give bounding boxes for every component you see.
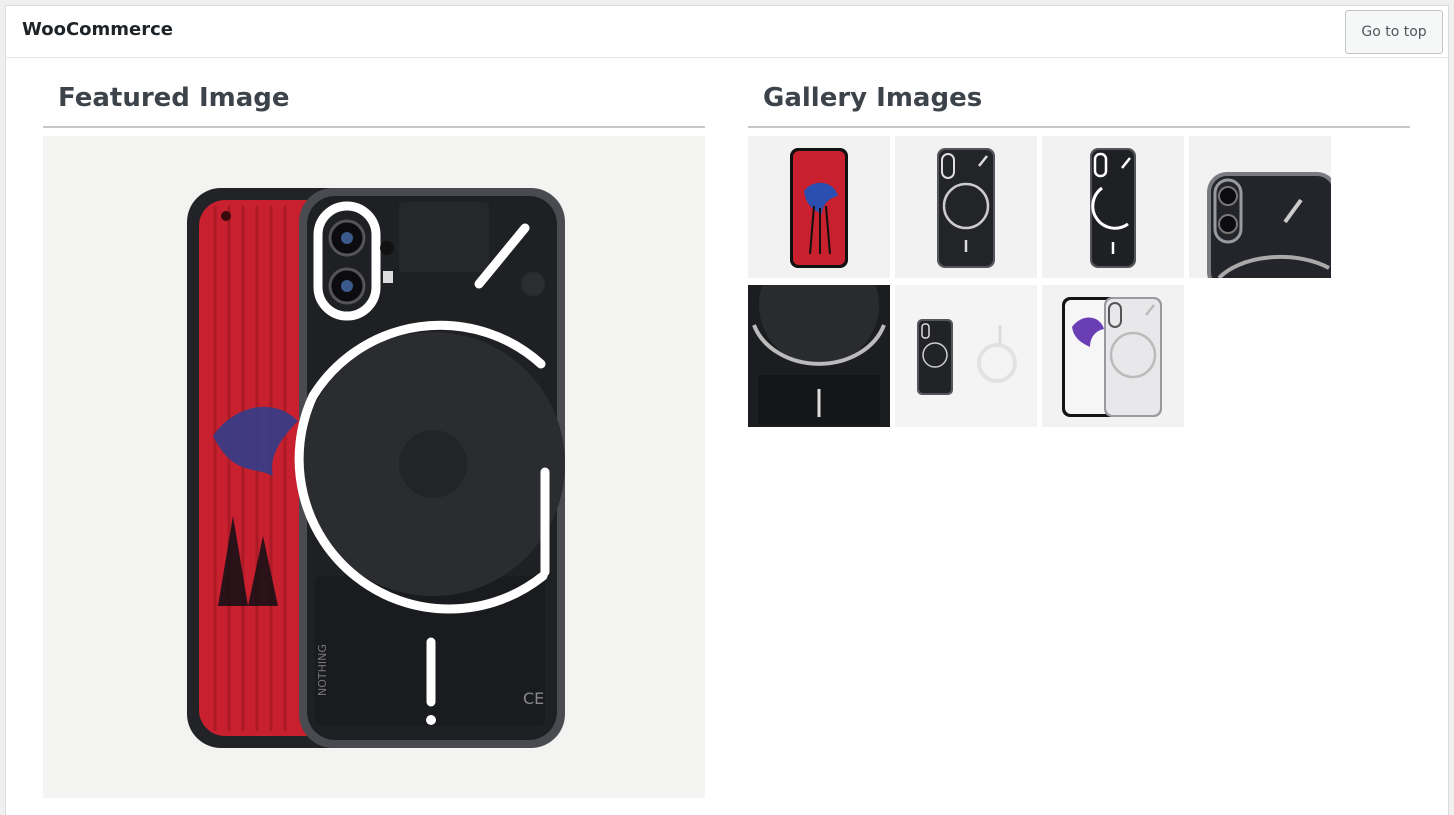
app-title: WooCommerce <box>22 19 173 40</box>
gallery-image <box>748 136 890 278</box>
gallery-image <box>748 285 890 427</box>
gallery-thumb-1[interactable] <box>748 136 890 278</box>
gallery-grid <box>748 136 1348 436</box>
gallery-image <box>895 285 1037 427</box>
top-bar: WooCommerce Go to top <box>6 6 1448 58</box>
featured-image-heading: Featured Image <box>58 83 290 113</box>
gallery-thumb-3[interactable] <box>1042 136 1184 278</box>
gallery-thumb-7[interactable] <box>1042 285 1184 427</box>
gallery-image <box>1042 136 1184 278</box>
featured-phone-picture: NOTHING CE <box>187 188 565 748</box>
svg-text:CE: CE <box>523 689 544 708</box>
featured-divider <box>43 126 705 128</box>
gallery-thumb-4[interactable] <box>1189 136 1331 278</box>
gallery-thumb-5[interactable] <box>748 285 890 427</box>
gallery-thumb-6[interactable] <box>895 285 1037 427</box>
svg-text:NOTHING: NOTHING <box>316 644 329 696</box>
gallery-image <box>895 136 1037 278</box>
gallery-image <box>1042 285 1184 427</box>
gallery-thumb-2[interactable] <box>895 136 1037 278</box>
gallery-divider <box>748 126 1410 128</box>
go-to-top-button[interactable]: Go to top <box>1345 10 1443 54</box>
featured-image[interactable]: NOTHING CE <box>43 136 705 798</box>
gallery-images-heading: Gallery Images <box>763 83 983 113</box>
gallery-image <box>1189 136 1331 278</box>
